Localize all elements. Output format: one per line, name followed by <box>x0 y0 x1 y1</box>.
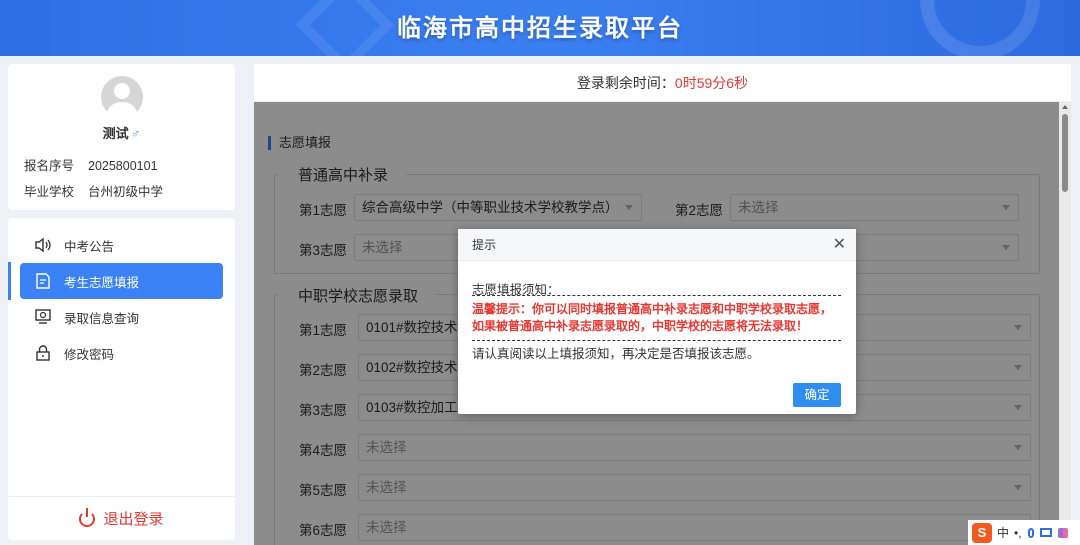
dialog-title: 提示 <box>472 238 497 252</box>
ime-punctuation[interactable]: •, <box>1014 526 1022 540</box>
monitor-search-icon <box>35 309 51 324</box>
menu-label: 中考公告 <box>64 239 115 254</box>
divider <box>472 340 841 341</box>
lock-icon <box>36 345 50 361</box>
logout-label: 退出登录 <box>103 511 164 528</box>
edit-form-icon <box>36 273 50 289</box>
scroll-thumb[interactable] <box>1062 114 1068 192</box>
speaker-icon <box>35 237 51 253</box>
menu-item-announcements[interactable]: 中考公告 <box>20 227 223 263</box>
toolbox-icon[interactable] <box>1057 527 1068 538</box>
confirm-button[interactable]: 确定 <box>793 383 841 407</box>
side-menu: 中考公告 考生志愿填报 录取信息查询 修改密码 退出登录 <box>8 218 235 540</box>
top-header: 临海市高中招生录取平台 <box>0 0 1080 56</box>
school-label: 毕业学校 <box>24 185 75 199</box>
menu-label: 考生志愿填报 <box>64 275 140 290</box>
scrollbar[interactable] <box>1059 102 1071 545</box>
notice-dialog: 提示 ✕ 志愿填报须知： 温馨提示：你可以同时填报普通高中补录志愿和中职学校录取… <box>458 229 856 414</box>
active-indicator <box>8 262 11 300</box>
timer-label: 登录剩余时间： <box>576 75 675 91</box>
reg-no-row: 报名序号 2025800101 <box>24 155 158 174</box>
platform-title: 临海市高中招生录取平台 <box>397 15 683 42</box>
power-icon <box>79 507 96 527</box>
reg-no-label: 报名序号 <box>24 159 75 173</box>
ime-toolbar[interactable]: S 中 •, <box>968 520 1080 545</box>
user-name: 测试 <box>102 126 129 141</box>
menu-label: 修改密码 <box>64 347 115 362</box>
menu-item-change-password[interactable]: 修改密码 <box>20 335 223 371</box>
dialog-header: 提示 ✕ <box>458 229 856 261</box>
school-row: 毕业学校 台州初级中学 <box>24 181 163 200</box>
timer-value: 0时59分6秒 <box>674 75 749 91</box>
divider <box>472 295 841 296</box>
school-value: 台州初级中学 <box>88 185 164 199</box>
scroll-up-arrow-icon[interactable] <box>1062 105 1068 109</box>
gender-male-icon: ♂ <box>130 126 141 141</box>
user-card: 测试 ♂ 报名序号 2025800101 毕业学校 台州初级中学 <box>8 64 235 210</box>
avatar <box>101 76 143 118</box>
read-note: 请认真阅读以上填报须知，再决定是否填报该志愿。 <box>472 347 760 361</box>
ime-mode[interactable]: 中 <box>997 524 1009 541</box>
close-icon[interactable]: ✕ <box>833 229 846 261</box>
reg-no-value: 2025800101 <box>88 159 158 173</box>
menu-label: 录取信息查询 <box>64 311 140 326</box>
session-timer: 登录剩余时间：0时59分6秒 <box>254 64 1071 102</box>
warning-text: 温馨提示：你可以同时填报普通高中补录志愿和中职学校录取志愿， 如果被普通高中补录… <box>472 302 833 333</box>
menu-item-admission-query[interactable]: 录取信息查询 <box>20 299 223 335</box>
keyboard-icon[interactable] <box>1039 528 1052 537</box>
user-name-line: 测试 ♂ <box>8 123 235 142</box>
microphone-icon[interactable] <box>1027 527 1034 538</box>
logout-button[interactable]: 退出登录 <box>8 496 235 540</box>
menu-item-application[interactable]: 考生志愿填报 <box>20 263 223 299</box>
sogou-logo-icon[interactable]: S <box>972 522 992 543</box>
